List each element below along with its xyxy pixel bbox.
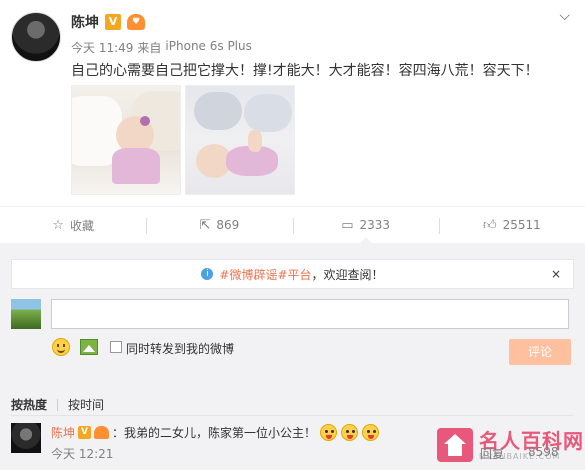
comment-like-count[interactable]: 8598 <box>528 445 559 459</box>
baby-photo-1[interactable] <box>71 85 181 195</box>
baby-photo-2[interactable] <box>185 85 295 195</box>
sort-by-time-tab[interactable]: 按时间 <box>68 396 104 413</box>
current-user-avatar[interactable] <box>11 299 41 329</box>
repost-count: 869 <box>216 218 240 232</box>
author-name[interactable]: 陈坤 <box>71 12 99 32</box>
share-icon: ⇱ <box>199 217 211 233</box>
comment-button[interactable]: ▭ 2333 <box>292 207 439 243</box>
comment-body: 陈坤 V ：我弟的二女儿，陈家第一位小公主！ <box>51 424 380 441</box>
like-count: 25511 <box>502 218 541 232</box>
tongue-emoji-icon <box>341 424 359 441</box>
comment-time: 今天 12:21 <box>51 447 114 461</box>
favorite-label: 收藏 <box>69 218 94 233</box>
fan-badge-icon[interactable]: ♥ <box>127 14 145 30</box>
divider <box>11 415 574 416</box>
source-prefix: 来自 <box>137 41 162 55</box>
rumor-notice: i #微博辟谣#平台，欢迎查阅！ × <box>11 259 574 289</box>
post-time[interactable]: 今天 11:49 <box>71 39 133 56</box>
chevron-down-icon[interactable]: ⌵ <box>559 8 570 24</box>
author-row: 陈坤 V ♥ <box>71 12 145 32</box>
comment-input[interactable] <box>51 299 569 329</box>
star-icon: ☆ <box>52 217 64 233</box>
thumbs-up-icon: 👍︎ <box>482 217 497 233</box>
favorite-button[interactable]: ☆ 收藏 <box>0 207 146 243</box>
close-icon[interactable]: × <box>551 267 561 281</box>
submit-comment-button[interactable]: 评论 <box>509 339 571 365</box>
verified-badge[interactable]: V <box>105 14 121 30</box>
verified-badge[interactable]: V <box>78 426 92 439</box>
post-meta: 今天 11:49 来自 iPhone 6s Plus <box>71 39 252 56</box>
author-avatar[interactable] <box>11 12 61 62</box>
divider <box>57 398 59 411</box>
house-logo-icon <box>437 428 473 462</box>
repost-button[interactable]: ⇱ 869 <box>146 207 292 243</box>
commenter-avatar[interactable] <box>11 423 41 453</box>
comment-sort-tabs: 按热度 按时间 <box>11 396 104 413</box>
reply-button[interactable]: 回复 <box>480 445 504 462</box>
tongue-emoji-icon <box>362 424 380 441</box>
site-watermark: 名人百科网 MRENBAIKE.COM <box>437 428 584 462</box>
post-actions: ☆ 收藏 ⇱ 869 ▭ 2333 👍︎ 25511 <box>0 206 585 243</box>
tongue-emoji-icon <box>320 424 338 441</box>
forward-label[interactable]: 同时转发到我的微博 <box>126 340 234 357</box>
fan-badge-icon[interactable] <box>94 426 110 439</box>
commenter-name[interactable]: 陈坤 <box>51 424 75 441</box>
sort-by-hot-tab[interactable]: 按热度 <box>11 396 47 413</box>
info-icon: i <box>201 268 214 280</box>
comment-text: ：我弟的二女儿，陈家第一位小公主！ <box>112 426 317 440</box>
post-text: 自己的心需要自己把它撑大！撑!才能大！大才能容！容四海八荒！容天下！ <box>71 63 539 79</box>
like-button[interactable]: 👍︎ 25511 <box>438 207 585 243</box>
forward-checkbox[interactable] <box>110 341 122 353</box>
emoji-picker-icon[interactable] <box>52 338 70 356</box>
rumor-platform-link[interactable]: #微博辟谣#平台 <box>219 268 311 282</box>
comment-icon: ▭ <box>341 217 354 233</box>
comment-count: 2333 <box>359 218 391 232</box>
image-upload-icon[interactable] <box>80 339 98 355</box>
weibo-post: 陈坤 V ♥ ⌵ 今天 11:49 来自 iPhone 6s Plus 自己的心需… <box>0 0 585 206</box>
post-source[interactable]: iPhone 6s Plus <box>165 39 251 56</box>
notice-text: ，欢迎查阅！ <box>311 267 384 282</box>
